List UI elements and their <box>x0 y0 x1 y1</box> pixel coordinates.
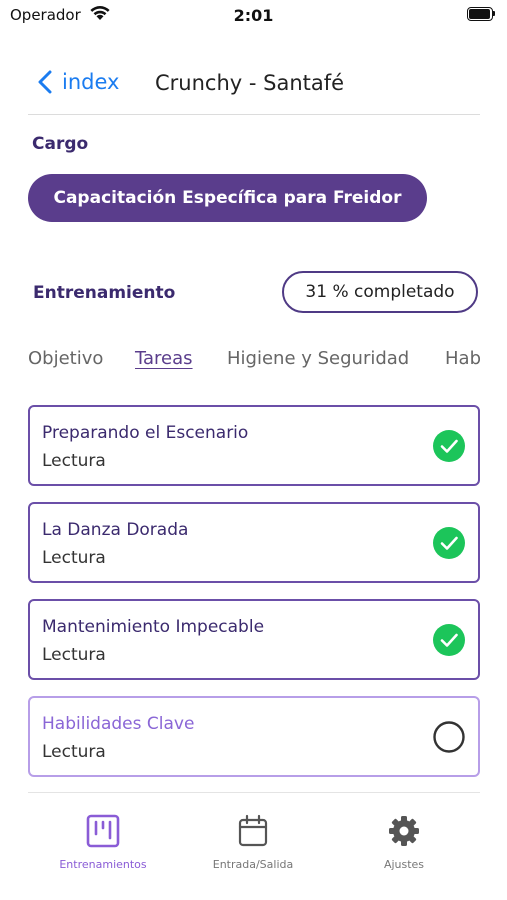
progress-badge: 31 % completado <box>282 271 478 313</box>
training-board-icon <box>86 814 120 848</box>
check-circle-icon <box>433 527 465 559</box>
check-circle-icon <box>433 624 465 656</box>
page-title: Crunchy - Santafé <box>155 71 345 95</box>
tab-bar-item-ajustes[interactable]: Ajustes <box>334 814 474 871</box>
cargo-label: Cargo <box>32 134 89 154</box>
check-circle-icon <box>433 430 465 462</box>
task-type: Lectura <box>42 742 106 762</box>
back-label: index <box>62 70 120 94</box>
nav-divider <box>28 114 480 115</box>
task-type: Lectura <box>42 548 106 568</box>
task-title: Mantenimiento Impecable <box>42 617 265 637</box>
training-label: Entrenamiento <box>33 283 176 303</box>
battery-icon <box>467 7 495 21</box>
tab-bar-divider <box>28 792 480 793</box>
task-card[interactable]: Preparando el Escenario Lectura <box>28 405 480 486</box>
tab-bar-label: Entrada/Salida <box>212 858 294 871</box>
tab-objetivo[interactable]: Objetivo <box>28 348 103 369</box>
task-card[interactable]: La Danza Dorada Lectura <box>28 502 480 583</box>
tab-higiene-seguridad[interactable]: Higiene y Seguridad <box>227 348 409 369</box>
tab-tareas[interactable]: Tareas <box>135 348 193 369</box>
task-type: Lectura <box>42 645 106 665</box>
segment-tabs: Objetivo Tareas Higiene y Seguridad Habi… <box>28 346 480 380</box>
calendar-icon <box>238 814 268 847</box>
task-card[interactable]: Habilidades Clave Lectura <box>28 696 480 777</box>
gear-icon <box>389 816 419 846</box>
cargo-badge: Capacitación Específica para Freidor <box>28 174 427 222</box>
status-bar: Operador 2:01 <box>0 0 507 32</box>
tab-bar-item-entrada-salida[interactable]: Entrada/Salida <box>183 814 323 871</box>
empty-circle-icon <box>433 721 465 753</box>
clock: 2:01 <box>233 6 274 25</box>
back-button[interactable]: index <box>38 70 119 94</box>
task-title: La Danza Dorada <box>42 520 189 540</box>
tab-bar-item-entrenamientos[interactable]: Entrenamientos <box>33 814 173 871</box>
task-title: Preparando el Escenario <box>42 423 249 443</box>
tab-bar-label: Entrenamientos <box>59 858 147 871</box>
tab-habilidades[interactable]: Habilidades <box>445 348 480 369</box>
tab-bar-label: Ajustes <box>383 858 425 871</box>
task-title: Habilidades Clave <box>42 714 195 734</box>
task-type: Lectura <box>42 451 106 471</box>
task-card[interactable]: Mantenimiento Impecable Lectura <box>28 599 480 680</box>
chevron-left-icon <box>38 70 52 94</box>
bottom-tab-bar: Entrenamientos Entrada/Salida Ajustes <box>0 800 507 900</box>
navigation-bar: index Crunchy - Santafé <box>0 62 507 108</box>
